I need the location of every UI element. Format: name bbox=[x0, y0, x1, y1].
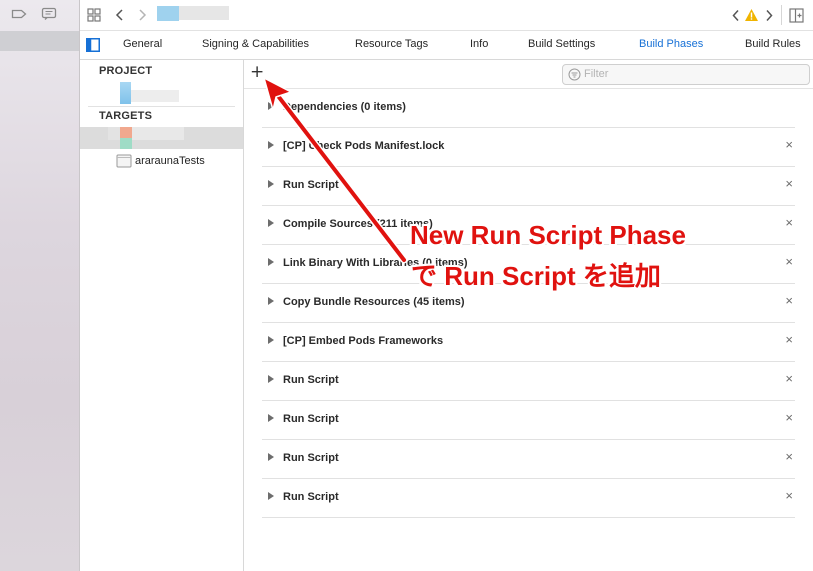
filter-icon bbox=[568, 68, 581, 81]
remove-phase-icon[interactable]: × bbox=[785, 177, 793, 191]
editor-tab-bar: General Signing & Capabilities Resource … bbox=[80, 31, 813, 60]
build-phase-row[interactable]: [CP] Embed Pods Frameworks × bbox=[262, 323, 795, 362]
redacted-breadcrumb bbox=[179, 6, 229, 20]
navigator-strip bbox=[0, 0, 80, 571]
tab-resource-tags[interactable]: Resource Tags bbox=[355, 38, 428, 50]
related-items-icon[interactable] bbox=[87, 8, 101, 22]
build-phase-label: Run Script bbox=[283, 179, 339, 191]
tab-build-rules[interactable]: Build Rules bbox=[745, 38, 801, 50]
disclosure-triangle-icon[interactable] bbox=[268, 336, 274, 344]
target-icon-lower bbox=[120, 138, 132, 149]
tab-general[interactable]: General bbox=[123, 38, 162, 50]
build-phase-row[interactable]: [CP] Check Pods Manifest.lock × bbox=[262, 128, 795, 167]
report-icon[interactable] bbox=[41, 7, 57, 21]
next-issue-icon[interactable] bbox=[764, 9, 774, 22]
build-phase-row[interactable]: Run Script × bbox=[262, 440, 795, 479]
disclosure-triangle-icon[interactable] bbox=[268, 180, 274, 188]
annotation-line-1: New Run Script Phase bbox=[410, 220, 686, 250]
remove-phase-icon[interactable]: × bbox=[785, 450, 793, 464]
target-icon bbox=[120, 127, 132, 138]
tab-signing-capabilities[interactable]: Signing & Capabilities bbox=[202, 38, 309, 50]
build-phase-label: Run Script bbox=[283, 452, 339, 464]
build-phase-label: Run Script bbox=[283, 374, 339, 386]
remove-phase-icon[interactable]: × bbox=[785, 333, 793, 347]
annotation-line-2: で Run Script を追加 bbox=[411, 261, 661, 291]
forward-chevron-icon[interactable] bbox=[137, 8, 147, 22]
build-phase-label: Dependencies (0 items) bbox=[283, 101, 406, 113]
warning-icon[interactable] bbox=[744, 8, 759, 22]
test-bundle-icon bbox=[116, 154, 132, 168]
build-phase-label: Copy Bundle Resources (45 items) bbox=[283, 296, 465, 308]
filter-placeholder: Filter bbox=[584, 68, 609, 80]
disclosure-triangle-icon[interactable] bbox=[268, 141, 274, 149]
build-phase-row[interactable]: Run Script × bbox=[262, 401, 795, 440]
disclosure-triangle-icon[interactable] bbox=[268, 453, 274, 461]
test-target-label: ararаunaTests bbox=[135, 155, 205, 167]
remove-phase-icon[interactable]: × bbox=[785, 255, 793, 269]
remove-phase-icon[interactable]: × bbox=[785, 372, 793, 386]
back-chevron-icon[interactable] bbox=[115, 8, 125, 22]
project-targets-sidebar: PROJECT TARGETS ararаunaTests bbox=[80, 60, 244, 571]
tab-build-phases[interactable]: Build Phases bbox=[639, 38, 703, 50]
build-phase-label: Run Script bbox=[283, 413, 339, 425]
build-phase-label: [CP] Check Pods Manifest.lock bbox=[283, 140, 445, 152]
remove-phase-icon[interactable]: × bbox=[785, 294, 793, 308]
remove-phase-icon[interactable]: × bbox=[785, 138, 793, 152]
remove-phase-icon[interactable]: × bbox=[785, 216, 793, 230]
project-icon bbox=[120, 82, 131, 104]
disclosure-triangle-icon[interactable] bbox=[268, 414, 274, 422]
disclosure-triangle-icon[interactable] bbox=[268, 102, 274, 110]
sidebar-divider bbox=[88, 106, 235, 107]
breakpoint-icon[interactable] bbox=[11, 7, 27, 21]
toolbar-divider bbox=[781, 5, 782, 25]
project-file-icon bbox=[157, 6, 179, 21]
disclosure-triangle-icon[interactable] bbox=[268, 375, 274, 383]
build-phase-row[interactable]: Run Script × bbox=[262, 479, 795, 518]
test-target-row[interactable]: ararаunaTests bbox=[80, 152, 243, 172]
disclosure-triangle-icon[interactable] bbox=[268, 492, 274, 500]
selected-target-row[interactable] bbox=[80, 127, 243, 149]
build-phase-row[interactable]: Dependencies (0 items) bbox=[262, 89, 795, 128]
filter-field[interactable]: Filter bbox=[562, 64, 810, 85]
jump-bar bbox=[80, 0, 813, 31]
navigator-selected-row[interactable] bbox=[0, 31, 79, 51]
tab-build-settings[interactable]: Build Settings bbox=[528, 38, 595, 50]
build-phases-editor: + Filter Dependencies (0 items) [CP] Chec… bbox=[244, 60, 813, 571]
remove-phase-icon[interactable]: × bbox=[785, 489, 793, 503]
project-section-header: PROJECT bbox=[99, 65, 153, 77]
add-editor-icon[interactable] bbox=[789, 8, 804, 23]
disclosure-triangle-icon[interactable] bbox=[268, 258, 274, 266]
redacted-target-name bbox=[132, 127, 184, 140]
tab-info[interactable]: Info bbox=[470, 38, 488, 50]
disclosure-triangle-icon[interactable] bbox=[268, 219, 274, 227]
build-phase-label: [CP] Embed Pods Frameworks bbox=[283, 335, 444, 347]
add-build-phase-button[interactable]: + bbox=[250, 64, 264, 81]
show-targets-icon[interactable] bbox=[86, 38, 100, 52]
redacted-target-left bbox=[108, 127, 120, 140]
build-phase-row[interactable]: Run Script × bbox=[262, 167, 795, 206]
targets-section-header: TARGETS bbox=[99, 110, 153, 122]
disclosure-triangle-icon[interactable] bbox=[268, 297, 274, 305]
build-phase-label: Run Script bbox=[283, 491, 339, 503]
project-row[interactable] bbox=[80, 82, 243, 104]
previous-issue-icon[interactable] bbox=[731, 9, 741, 22]
remove-phase-icon[interactable]: × bbox=[785, 411, 793, 425]
redacted-project-name bbox=[131, 90, 179, 102]
build-phase-row[interactable]: Run Script × bbox=[262, 362, 795, 401]
